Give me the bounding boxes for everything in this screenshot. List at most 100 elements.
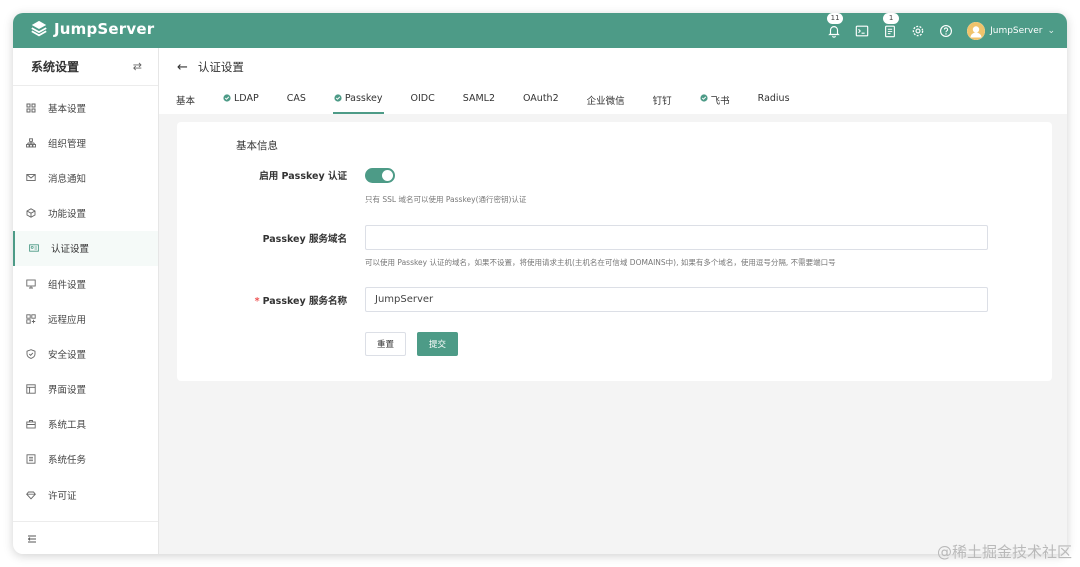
monitor-icon — [26, 279, 36, 289]
top-navbar: JumpServer 11 1 JumpServer ⌄ — [13, 13, 1067, 48]
user-name: JumpServer — [990, 25, 1043, 36]
sidebar-item-label: 安全设置 — [48, 349, 87, 361]
check-circle-icon — [700, 94, 708, 102]
sidebar-item-interface[interactable]: 界面设置 — [13, 372, 158, 407]
passkey-domain-label: Passkey 服务域名 — [262, 234, 347, 245]
sidebar-item-label: 组件设置 — [48, 279, 87, 291]
top-actions: 11 1 JumpServer ⌄ — [827, 13, 1055, 48]
avatar-icon — [967, 21, 986, 40]
tab-label: OIDC — [410, 93, 435, 104]
passkey-name-label: * Passkey 服务名称 — [177, 293, 347, 307]
sidebar-item-security[interactable]: 安全设置 — [13, 336, 158, 371]
sidebar-item-components[interactable]: 组件设置 — [13, 266, 158, 301]
enable-passkey-toggle[interactable] — [365, 168, 395, 183]
required-mark: * — [254, 296, 260, 307]
sidebar-item-label: 界面设置 — [48, 385, 87, 397]
sidebar-item-features[interactable]: 功能设置 — [13, 196, 158, 231]
tab-feishu[interactable]: 飞书 — [686, 90, 744, 114]
tab-oidc[interactable]: OIDC — [397, 90, 449, 114]
check-circle-icon — [334, 94, 342, 102]
sidebar-title: 系统设置 — [31, 60, 80, 74]
breadcrumb: ← 认证设置 — [177, 59, 244, 75]
org-icon — [26, 138, 36, 148]
sidebar-item-label: 认证设置 — [51, 244, 90, 256]
collapse-menu-icon[interactable] — [27, 529, 37, 548]
tab-basic[interactable]: 基本 — [176, 90, 209, 114]
tab-saml2[interactable]: SAML2 — [449, 90, 509, 114]
help-button[interactable] — [939, 24, 953, 38]
passkey-domain-hint: 可以使用 Passkey 认证的域名，如果不设置，将使用请求主机(主机名在可信域… — [365, 258, 836, 267]
passkey-name-label-text: Passkey 服务名称 — [262, 296, 347, 307]
sidebar-item-org[interactable]: 组织管理 — [13, 125, 158, 160]
tab-label: 企业微信 — [586, 96, 625, 107]
notifications-button[interactable]: 11 — [827, 13, 844, 38]
user-menu[interactable]: JumpServer ⌄ — [967, 21, 1055, 40]
avatar — [967, 21, 986, 40]
back-arrow-icon[interactable]: ← — [177, 60, 188, 75]
tab-label: Radius — [757, 93, 790, 104]
layout-icon — [26, 384, 36, 394]
logo[interactable]: JumpServer — [30, 20, 154, 38]
sidebar-item-label: 系统任务 — [48, 455, 87, 467]
watermark: @稀土掘金技术社区 — [936, 543, 1072, 561]
logo-text: JumpServer — [54, 20, 155, 38]
page-header: ← 认证设置 基本 LDAP CAS Passkey OIDC SAML2 OA… — [159, 48, 1067, 114]
sidebar-item-tasks[interactable]: 系统任务 — [13, 442, 158, 477]
tab-radius[interactable]: Radius — [744, 90, 804, 114]
sidebar-item-label: 消息通知 — [48, 173, 87, 185]
settings-button[interactable] — [911, 24, 925, 38]
tab-wecom[interactable]: 企业微信 — [573, 90, 639, 114]
passkey-domain-input[interactable] — [365, 225, 988, 250]
sidebar: 系统设置 ⇄ 基本设置 组织管理 消息通知 功能设置 认证设置 组件设置 远程应… — [13, 48, 159, 554]
reset-button[interactable]: 重置 — [365, 332, 406, 356]
logo-icon — [31, 20, 47, 37]
page-title: 认证设置 — [197, 60, 244, 74]
tab-ldap[interactable]: LDAP — [209, 90, 273, 114]
app-window: JumpServer 11 1 JumpServer ⌄ 系统设置 ⇄ 基本设置… — [13, 13, 1067, 554]
sidebar-item-license[interactable]: 许可证 — [13, 477, 158, 512]
tasks-button[interactable]: 1 — [883, 13, 900, 38]
tab-label: SAML2 — [462, 93, 495, 104]
tab-bar: 基本 LDAP CAS Passkey OIDC SAML2 OAuth2 企业… — [176, 90, 804, 114]
grid-icon — [26, 103, 36, 113]
submit-button[interactable]: 提交 — [417, 332, 458, 356]
tab-label: 钉钉 — [652, 96, 672, 107]
section-title: 基本信息 — [236, 140, 278, 152]
notifications-badge: 11 — [827, 13, 844, 24]
tab-cas[interactable]: CAS — [273, 90, 320, 114]
sidebar-item-auth[interactable]: 认证设置 — [13, 230, 158, 267]
cube-icon — [26, 208, 36, 218]
switch-view-icon[interactable]: ⇄ — [133, 60, 142, 73]
tab-dingtalk[interactable]: 钉钉 — [639, 90, 686, 114]
tab-passkey[interactable]: Passkey — [320, 90, 397, 114]
tab-label: LDAP — [234, 93, 259, 104]
help-icon — [940, 24, 953, 37]
sidebar-menu: 基本设置 组织管理 消息通知 功能设置 认证设置 组件设置 远程应用 安全设置 … — [13, 86, 158, 512]
tab-label: OAuth2 — [523, 93, 559, 104]
shield-icon — [26, 349, 36, 359]
chevron-down-icon: ⌄ — [1047, 25, 1055, 36]
gear-icon — [912, 25, 924, 36]
tab-label: CAS — [286, 93, 306, 104]
web-terminal-button[interactable] — [855, 24, 869, 38]
tab-label: Passkey — [344, 93, 383, 104]
tab-oauth2[interactable]: OAuth2 — [509, 90, 573, 114]
settings-card: 基本信息 启用 Passkey 认证 只有 SSL 域名可以使用 Passkey… — [177, 122, 1052, 381]
sidebar-header: 系统设置 ⇄ — [13, 48, 158, 86]
sidebar-item-label: 功能设置 — [48, 209, 87, 221]
sidebar-item-messages[interactable]: 消息通知 — [13, 160, 158, 195]
sidebar-item-label: 许可证 — [48, 490, 77, 502]
sidebar-item-label: 基本设置 — [48, 103, 87, 115]
sidebar-item-basic[interactable]: 基本设置 — [13, 90, 158, 125]
tab-label: 飞书 — [710, 96, 730, 107]
tab-label: 基本 — [176, 96, 196, 107]
sidebar-item-tools[interactable]: 系统工具 — [13, 407, 158, 442]
sidebar-item-label: 系统工具 — [48, 420, 87, 432]
message-icon — [26, 173, 36, 183]
tasks-badge: 1 — [883, 13, 900, 24]
passkey-name-input[interactable]: JumpServer — [365, 287, 988, 312]
sidebar-item-label: 远程应用 — [48, 314, 87, 326]
toolbox-icon — [26, 419, 36, 429]
sidebar-item-remote-apps[interactable]: 远程应用 — [13, 301, 158, 336]
enable-passkey-hint: 只有 SSL 域名可以使用 Passkey(通行密钥)认证 — [365, 195, 527, 204]
